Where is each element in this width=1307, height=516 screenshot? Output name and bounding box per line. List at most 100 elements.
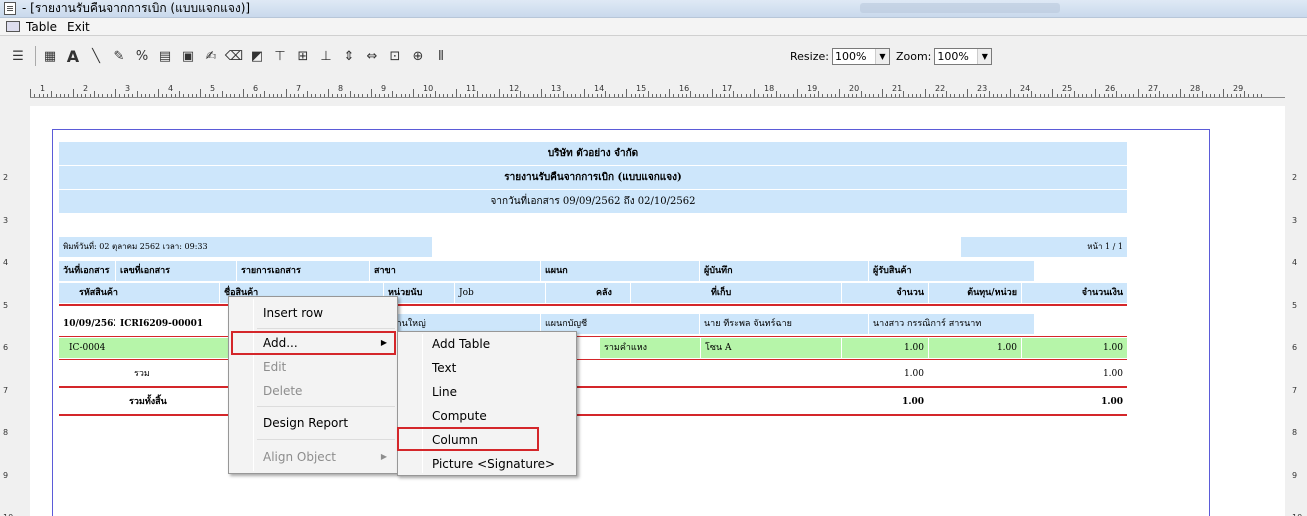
- table-icon[interactable]: ▦: [40, 46, 60, 66]
- same-width-icon[interactable]: ⇔: [362, 46, 382, 66]
- sum-label[interactable]: รวม: [130, 364, 190, 384]
- submenu-text[interactable]: Text: [400, 357, 576, 379]
- col-location[interactable]: ที่เก็บ: [631, 283, 841, 303]
- ruler-number: 17: [722, 84, 733, 93]
- col-amount[interactable]: จำนวนเงิน: [1022, 283, 1127, 303]
- col-branch[interactable]: สาขา: [370, 261, 540, 281]
- brush-icon[interactable]: ✎: [109, 46, 129, 66]
- split-icon[interactable]: ⫴: [431, 46, 451, 66]
- recorder-value[interactable]: นาย ทีระพล จันทร์ฉาย: [700, 314, 868, 334]
- amount-value[interactable]: 1.00: [1022, 338, 1127, 358]
- menu-align-object[interactable]: Align Object ▶: [231, 446, 397, 468]
- submenu-line[interactable]: Line: [400, 381, 576, 403]
- horizontal-ruler: 1 2 3 4 5 6 7 8 9 10 11 12 13 14 15 16 17 18 19 20 21 22 23 24 2…: [0, 76, 1307, 106]
- ruler-number: 4: [168, 84, 174, 93]
- total-amount[interactable]: 1.00: [1022, 392, 1127, 412]
- menu-design-report[interactable]: Design Report: [231, 412, 397, 434]
- align-left-icon[interactable]: ☰: [8, 46, 28, 66]
- report-title[interactable]: รายงานรับคืนจากการเบิก (แบบแจกแจง): [59, 166, 1127, 189]
- receiver-value[interactable]: นางสาว กรรณิการ์ สารนาท: [869, 314, 1034, 334]
- align-top-icon[interactable]: ⊤: [270, 46, 290, 66]
- col-job[interactable]: Job: [455, 283, 545, 303]
- col-quantity[interactable]: จำนวน: [842, 283, 928, 303]
- separator-line: [59, 386, 1127, 388]
- print-info[interactable]: พิมพ์วันที่: 02 ตุลาคม 2562 เวลา: 09:33: [59, 237, 432, 257]
- grid-icon[interactable]: ⊕: [408, 46, 428, 66]
- percent-icon[interactable]: %: [132, 46, 152, 66]
- date-range[interactable]: จากวันที่เอกสาร 09/09/2562 ถึง 02/10/256…: [59, 190, 1127, 213]
- picture-icon[interactable]: ▣: [178, 46, 198, 66]
- align-bottom-icon[interactable]: ⊥: [316, 46, 336, 66]
- ruler-number: 28: [1190, 84, 1201, 93]
- menu-edit[interactable]: Edit: [231, 356, 397, 378]
- menu-delete[interactable]: Delete: [231, 380, 397, 402]
- ruler-number: 5: [1292, 301, 1298, 310]
- col-doc-list[interactable]: รายการเอกสาร: [237, 261, 369, 281]
- resize-select[interactable]: 100% ▼: [831, 47, 890, 65]
- location-value[interactable]: โซน A: [701, 338, 841, 358]
- submenu-add-table[interactable]: Add Table: [400, 333, 576, 355]
- ruler-number: 9: [1292, 471, 1298, 480]
- col-warehouse[interactable]: คลัง: [546, 283, 630, 303]
- doc-no-value[interactable]: ICRI6209-00001: [116, 314, 236, 334]
- line-icon[interactable]: ╲: [86, 46, 106, 66]
- menu-exit[interactable]: Exit: [67, 20, 90, 34]
- ruler-number: 27: [1148, 84, 1159, 93]
- center-icon[interactable]: ⊡: [385, 46, 405, 66]
- menubar: Table Exit: [0, 18, 1307, 36]
- menu-table[interactable]: Table: [26, 20, 57, 34]
- format-icon[interactable]: ◩: [247, 46, 267, 66]
- ruler-number: 8: [3, 428, 9, 437]
- unit-cost-value[interactable]: 1.00: [929, 338, 1021, 358]
- ruler-number: 15: [636, 84, 647, 93]
- compute-icon[interactable]: ▤: [155, 46, 175, 66]
- margin-guide: [52, 129, 53, 516]
- warehouse-value[interactable]: รามคำแหง: [600, 338, 700, 358]
- submenu-compute[interactable]: Compute: [400, 405, 576, 427]
- separator-line: [59, 304, 1127, 306]
- resize-value: 100%: [834, 49, 867, 63]
- ruler-number: 7: [3, 386, 9, 395]
- margin-guide: [52, 129, 1210, 130]
- ruler-number: 11: [466, 84, 477, 93]
- chevron-down-icon[interactable]: ▼: [977, 48, 992, 64]
- menu-insert-row[interactable]: Insert row: [231, 302, 397, 324]
- menu-separator: [257, 328, 395, 329]
- align-middle-icon[interactable]: ⊞: [293, 46, 313, 66]
- sum-amount[interactable]: 1.00: [1022, 364, 1127, 384]
- col-product-code[interactable]: รหัสสินค้า: [59, 283, 219, 303]
- window-titlebar: - [รายงานรับคืนจากการเบิก (แบบแจกแจง)]: [0, 0, 1307, 18]
- col-receiver[interactable]: ผู้รับสินค้า: [869, 261, 1034, 281]
- zoom-label: Zoom:: [895, 49, 932, 63]
- signature-icon[interactable]: ✍: [201, 46, 221, 66]
- col-doc-date[interactable]: วันที่เอกสาร: [59, 261, 115, 281]
- ruler-number: 4: [1292, 258, 1298, 267]
- toolbar-separator: [35, 46, 36, 66]
- report-canvas[interactable]: บริษัท ตัวอย่าง จำกัด รายงานรับคืนจากการ…: [30, 106, 1285, 516]
- doc-date-value[interactable]: 10/09/2562: [59, 314, 115, 334]
- col-doc-no[interactable]: เลขที่เอกสาร: [116, 261, 236, 281]
- text-icon[interactable]: A: [63, 46, 83, 66]
- submenu-picture-signature[interactable]: Picture <Signature>: [400, 453, 576, 475]
- table-window-icon[interactable]: [6, 21, 20, 32]
- total-quantity[interactable]: 1.00: [842, 392, 928, 412]
- col-unit-cost[interactable]: ต้นทุน/หน่วย: [929, 283, 1021, 303]
- company-name[interactable]: บริษัท ตัวอย่าง จำกัด: [59, 142, 1127, 165]
- zoom-select[interactable]: 100% ▼: [934, 47, 993, 65]
- eraser-icon[interactable]: ⌫: [224, 46, 244, 66]
- col-department[interactable]: แผนก: [541, 261, 699, 281]
- sum-quantity[interactable]: 1.00: [842, 364, 928, 384]
- same-height-icon[interactable]: ⇕: [339, 46, 359, 66]
- page-info[interactable]: หน้า 1 / 1: [961, 237, 1127, 257]
- chevron-down-icon[interactable]: ▼: [874, 48, 889, 64]
- ruler-number: 22: [935, 84, 946, 93]
- quantity-value[interactable]: 1.00: [842, 338, 928, 358]
- col-recorder[interactable]: ผู้บันทึก: [700, 261, 868, 281]
- menu-separator: [257, 439, 395, 440]
- ruler-number: 2: [3, 173, 9, 182]
- ruler-number: 7: [1292, 386, 1298, 395]
- separator-line: [59, 414, 1127, 416]
- product-code-value[interactable]: IC-0004: [59, 338, 229, 358]
- ruler-number: 3: [1292, 216, 1298, 225]
- total-label[interactable]: รวมทั้งสิ้น: [125, 392, 205, 412]
